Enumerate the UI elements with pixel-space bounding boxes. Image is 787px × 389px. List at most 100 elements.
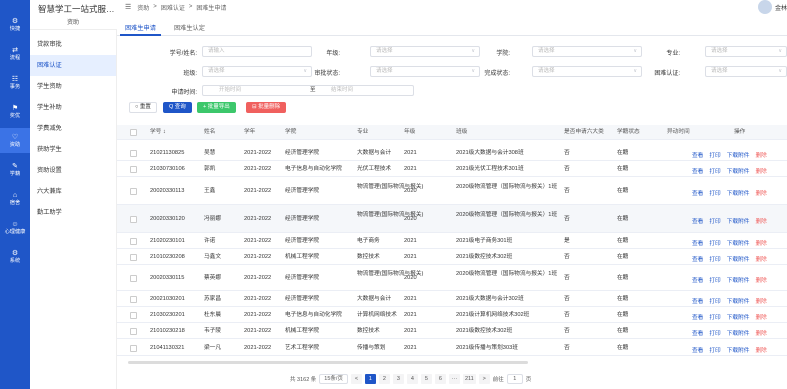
row2-field-1[interactable]: 请选择 ∨	[370, 66, 480, 77]
delete-button[interactable]: 删除	[756, 345, 767, 354]
table-row[interactable]: 21020230101 许诺 2021-2022 经济管理学院 电子商务 2021 2021…	[117, 233, 787, 249]
user-menu[interactable]: 金林	[757, 0, 787, 14]
print-button[interactable]: 打印	[709, 275, 720, 284]
rail-item-1[interactable]: ⚙ 快捷	[0, 12, 30, 37]
goto-page-input[interactable]: 1	[506, 373, 523, 384]
rail-item-9[interactable]: ⚙ 系统	[0, 244, 30, 269]
page-button[interactable]: 5	[420, 373, 432, 384]
delete-button[interactable]: 删除	[756, 166, 767, 175]
subnav-item[interactable]: 学生补助	[30, 97, 116, 118]
view-button[interactable]: 查看	[692, 275, 703, 284]
download-attachment-button[interactable]: 下载附件	[727, 150, 750, 159]
row1-field-3[interactable]: 请选择 ∨	[705, 46, 787, 57]
subnav-item[interactable]: 资助设置	[30, 160, 116, 181]
delete-button[interactable]: 删除	[756, 150, 767, 159]
view-button[interactable]: 查看	[692, 345, 703, 354]
print-button[interactable]: 打印	[709, 216, 720, 225]
view-button[interactable]: 查看	[692, 254, 703, 263]
delete-button[interactable]: 删除	[756, 275, 767, 284]
row-checkbox[interactable]	[130, 253, 137, 261]
row1-field-2[interactable]: 请选择 ∨	[532, 46, 642, 57]
tab-recognize[interactable]: 困难生认定	[169, 22, 210, 36]
delete-button[interactable]: 删除	[756, 254, 767, 263]
print-button[interactable]: 打印	[709, 188, 720, 197]
print-button[interactable]: 打印	[709, 345, 720, 354]
page-button[interactable]: 2	[378, 373, 390, 384]
rail-item-5[interactable]: ♡ 资助	[0, 128, 30, 153]
delete-button[interactable]: 删除	[756, 296, 767, 305]
reset-button[interactable]: ○ 重置	[129, 102, 157, 113]
row1-field-1[interactable]: 请选择 ∨	[370, 46, 480, 57]
page-button[interactable]: 1	[364, 373, 376, 384]
subnav-item[interactable]: 学生资助	[30, 76, 116, 97]
view-button[interactable]: 查看	[692, 312, 703, 321]
subnav-item[interactable]: 贷款审批	[30, 34, 116, 55]
download-attachment-button[interactable]: 下载附件	[727, 345, 750, 354]
row-checkbox[interactable]	[130, 165, 137, 173]
table-row[interactable]: 20020330120 冯丽娜 2021-2022 经济管理学院 物流管理(国际物流与报…	[117, 205, 787, 233]
print-button[interactable]: 打印	[709, 328, 720, 337]
search-button[interactable]: Q 查询	[163, 102, 192, 113]
rail-item-6[interactable]: ✎ 学籍	[0, 157, 30, 182]
subnav-item[interactable]: 勤工助学	[30, 202, 116, 223]
print-button[interactable]: 打印	[709, 166, 720, 175]
table-row[interactable]: 21010230218 韦子陵 2021-2022 机械工程学院 数控技术 2021 202…	[117, 323, 787, 339]
page-size-select[interactable]: 15条/页	[319, 373, 348, 384]
prev-page-button[interactable]: <	[350, 373, 362, 384]
page-button[interactable]: 6	[434, 373, 446, 384]
download-attachment-button[interactable]: 下载附件	[727, 216, 750, 225]
breadcrumb-aid[interactable]: 资助	[137, 3, 149, 12]
page-button[interactable]: 4	[406, 373, 418, 384]
row-checkbox[interactable]	[130, 149, 137, 157]
rail-item-3[interactable]: ☷ 事务	[0, 70, 30, 95]
row-checkbox[interactable]	[130, 344, 137, 352]
table-row[interactable]: 21030730106 郭凯 2021-2022 电子信息与自动化学院 光伏工程技术 20…	[117, 161, 787, 177]
delete-button[interactable]: 删除	[756, 188, 767, 197]
rail-item-4[interactable]: ⚑ 奖优	[0, 99, 30, 124]
delete-button[interactable]: 删除	[756, 328, 767, 337]
row2-field-3[interactable]: 请选择 ∨	[705, 66, 787, 77]
subnav-item[interactable]: 获助学生	[30, 139, 116, 160]
table-row[interactable]: 21021130825 吴慧 2021-2022 经济管理学院 大数据与会计 2021 20…	[117, 145, 787, 161]
download-attachment-button[interactable]: 下载附件	[727, 328, 750, 337]
table-row[interactable]: 20020330113 王鑫 2021-2022 经济管理学院 物流管理(国际物流与报关…	[117, 177, 787, 205]
row2-field-2[interactable]: 请选择 ∨	[532, 66, 642, 77]
view-button[interactable]: 查看	[692, 296, 703, 305]
table-row[interactable]: 21010230208 马鑫文 2021-2022 机械工程学院 数控技术 2021 202…	[117, 249, 787, 265]
rail-item-8[interactable]: ☺ 心理健康	[0, 215, 30, 240]
view-button[interactable]: 查看	[692, 188, 703, 197]
print-button[interactable]: 打印	[709, 150, 720, 159]
breadcrumb-certification[interactable]: 困难认证	[161, 3, 185, 12]
table-row[interactable]: 21041130321 梁一凡 2021-2022 艺术工程学院 传播与策划 2021 20…	[117, 340, 787, 356]
next-page-button[interactable]: >	[478, 373, 490, 384]
rail-item-7[interactable]: ⌂ 宿舍	[0, 186, 30, 211]
print-button[interactable]: 打印	[709, 254, 720, 263]
table-row[interactable]: 21030230201 杜东晨 2021-2022 电子信息与自动化学院 计算机网络技术…	[117, 307, 787, 323]
download-attachment-button[interactable]: 下载附件	[727, 166, 750, 175]
select-all-checkbox[interactable]	[130, 129, 137, 136]
batch-export-button[interactable]: + 批量导出	[197, 102, 236, 113]
table-row[interactable]: 20021030201 苏家昌 2021-2022 经济管理学院 大数据与会计 2021 2…	[117, 291, 787, 307]
row-checkbox[interactable]	[130, 237, 137, 245]
download-attachment-button[interactable]: 下载附件	[727, 296, 750, 305]
print-button[interactable]: 打印	[709, 312, 720, 321]
tab-apply[interactable]: 困难生申请	[120, 22, 161, 36]
page-button[interactable]: 3	[392, 373, 404, 384]
print-button[interactable]: 打印	[709, 296, 720, 305]
view-button[interactable]: 查看	[692, 238, 703, 247]
view-button[interactable]: 查看	[692, 166, 703, 175]
row-checkbox[interactable]	[130, 295, 137, 303]
download-attachment-button[interactable]: 下载附件	[727, 312, 750, 321]
subnav-item[interactable]: 困难认证	[30, 55, 116, 76]
avatar[interactable]	[757, 0, 772, 14]
row-checkbox[interactable]	[130, 274, 137, 282]
horizontal-scrollbar[interactable]	[128, 361, 528, 364]
view-button[interactable]: 查看	[692, 216, 703, 225]
time-range-picker[interactable]: 开始时间 至 结束时间	[202, 85, 414, 96]
subnav-item[interactable]: 学费减免	[30, 118, 116, 139]
row-checkbox[interactable]	[130, 187, 137, 195]
view-button[interactable]: 查看	[692, 150, 703, 159]
rail-item-2[interactable]: ⇄ 流程	[0, 41, 30, 66]
print-button[interactable]: 打印	[709, 238, 720, 247]
delete-button[interactable]: 删除	[756, 238, 767, 247]
